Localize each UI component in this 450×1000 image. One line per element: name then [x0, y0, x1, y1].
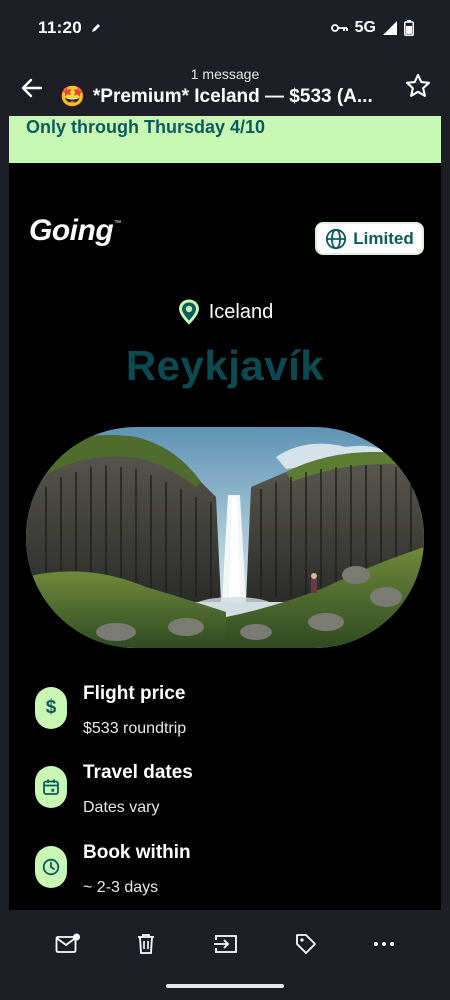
- logo-trademark: ™: [114, 220, 122, 227]
- detail-value: Dates vary: [83, 799, 160, 816]
- move-to-button[interactable]: [210, 930, 242, 958]
- clock-glyph: [42, 858, 60, 876]
- label-icon: [296, 934, 316, 954]
- detail-value: ~ 2-3 days: [83, 879, 159, 896]
- email-subject: 🤩 *Premium* Iceland — $533 (A...: [60, 84, 398, 109]
- detail-flight-price: $ Flight price $533 roundtrip: [35, 683, 425, 747]
- detail-title: Flight price: [83, 683, 186, 704]
- label-button[interactable]: [290, 930, 322, 958]
- globe-icon: [326, 228, 347, 249]
- dollar-icon: $: [35, 687, 67, 729]
- detail-value: $533 roundtrip: [83, 720, 187, 737]
- detail-title: Book within: [83, 842, 191, 863]
- more-options-button[interactable]: [368, 930, 400, 958]
- status-time: 11:20: [38, 18, 83, 37]
- network-label: 5G: [354, 19, 376, 36]
- calendar-glyph: [43, 779, 59, 795]
- subject-text: *Premium* Iceland — $533 (A...: [92, 85, 373, 107]
- mark-unread-button[interactable]: [52, 930, 84, 958]
- destination-country: Iceland: [9, 299, 441, 325]
- app-bar: 1 message 🤩 *Premium* Iceland — $533 (A.…: [0, 56, 450, 116]
- signal-icon: [383, 21, 397, 35]
- star-button[interactable]: [404, 72, 432, 100]
- star-icon: [405, 73, 431, 97]
- dollar-sign: $: [45, 697, 57, 718]
- promo-banner: Only through Thursday 4/10: [9, 116, 441, 163]
- logo-text: Going: [29, 214, 114, 247]
- clock-icon: [35, 846, 67, 888]
- calendar-icon: [35, 766, 67, 808]
- move-to-icon: [214, 935, 237, 953]
- going-logo: Going ™: [29, 214, 121, 248]
- battery-icon: [404, 20, 414, 36]
- location-pin-icon: [178, 299, 199, 325]
- mark-unread-icon: [55, 933, 80, 953]
- hero-waterfall-photo: [26, 427, 424, 648]
- trash-icon: [138, 934, 154, 954]
- detail-book-within: Book within ~ 2-3 days: [35, 842, 425, 906]
- bottom-action-bar: [0, 910, 450, 1000]
- limited-badge: Limited: [315, 222, 424, 255]
- detail-title: Travel dates: [83, 762, 193, 783]
- waterfall-illustration: [26, 427, 424, 648]
- destination-city: Reykjavík: [125, 342, 325, 389]
- home-indicator[interactable]: [166, 984, 284, 988]
- detail-travel-dates: Travel dates Dates vary: [35, 762, 425, 826]
- limited-badge-label: Limited: [353, 228, 414, 248]
- star-struck-emoji: 🤩: [60, 86, 85, 108]
- message-count: 1 message: [190, 66, 260, 82]
- status-bar: 11:20 5G: [0, 0, 450, 56]
- promo-banner-text: Only through Thursday 4/10: [26, 117, 266, 137]
- country-label: Iceland: [208, 300, 274, 323]
- delete-button[interactable]: [130, 930, 162, 958]
- pen-icon: [92, 24, 101, 32]
- key-icon: [330, 24, 348, 32]
- more-icon: [374, 942, 394, 946]
- email-body: Only through Thursday 4/10 Going ™ Limit…: [9, 116, 441, 910]
